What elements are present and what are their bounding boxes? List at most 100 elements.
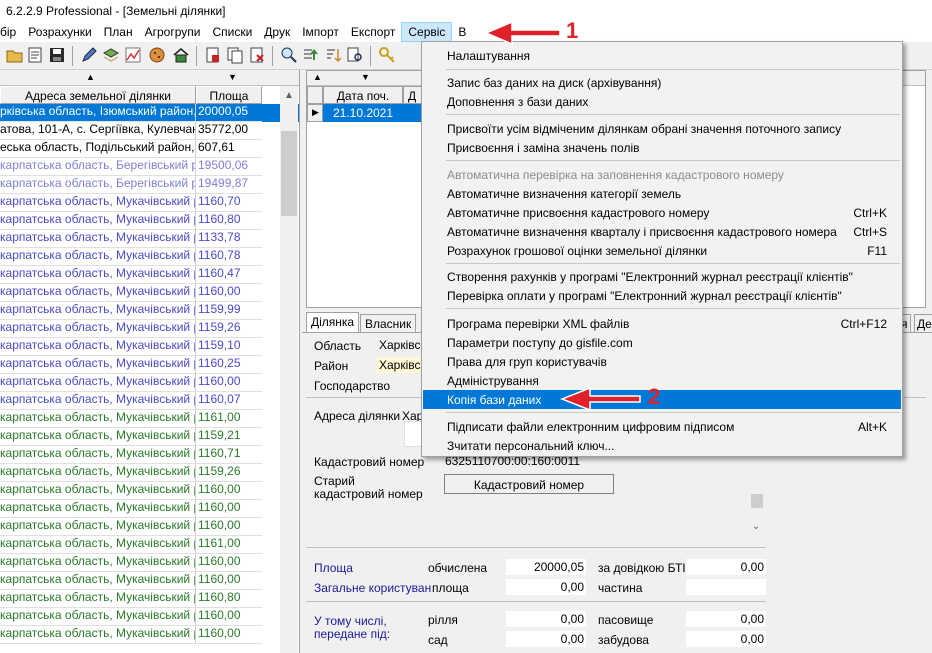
table-row[interactable]: карпатська область, Берегівський рай 1949… (0, 176, 299, 194)
document-delete-icon[interactable] (248, 46, 266, 64)
address-cell[interactable]: карпатська область, Мукачівський рай (0, 302, 196, 320)
area-cell[interactable]: 1160,25 (196, 356, 262, 374)
area-cell[interactable]: 20000,05 (196, 104, 262, 122)
area-cell[interactable]: 35772,00 (196, 122, 262, 140)
area-cell[interactable]: 19499,87 (196, 176, 262, 194)
menu-item-assign-values[interactable]: Присвоїти усім відміченим ділянкам обран… (423, 119, 901, 138)
address-cell[interactable]: карпатська область, Берегівський рай (0, 158, 196, 176)
menu-file[interactable]: бір (0, 22, 22, 42)
column-header-area[interactable]: Площа (196, 86, 262, 104)
old-cadastral-scrollbar[interactable]: ⌄ (750, 491, 764, 539)
menu-ahrohrupy[interactable]: Агрогрупи (139, 22, 207, 42)
address-cell[interactable]: карпатська область, Мукачівський рай (0, 518, 196, 536)
table-row[interactable]: карпатська область, Мукачівський рай 1160… (0, 194, 299, 212)
area-cell[interactable]: 1160,00 (196, 572, 262, 590)
area-cell[interactable]: 1160,00 (196, 608, 262, 626)
area-cell[interactable]: 1160,00 (196, 500, 262, 518)
address-cell[interactable]: карпатська область, Мукачівський рай (0, 608, 196, 626)
area-cell[interactable]: 1160,80 (196, 590, 262, 608)
zag-value[interactable]: 0,00 (506, 579, 586, 595)
address-cell[interactable]: карпатська область, Мукачівський рай (0, 266, 196, 284)
scrollbar-thumb[interactable] (281, 131, 297, 216)
table-row[interactable]: карпатська область, Мукачівський рай 1160… (0, 608, 299, 626)
menu-rozrakhunky[interactable]: Розрахунки (22, 22, 97, 42)
table-row[interactable]: карпатська область, Мукачівський рай 1160… (0, 554, 299, 572)
table-row[interactable]: карпатська область, Мукачівський рай 1160… (0, 266, 299, 284)
table-row[interactable]: карпатська область, Мукачівський рай 1160… (0, 374, 299, 392)
address-cell[interactable]: карпатська область, Мукачівський рай (0, 320, 196, 338)
address-cell[interactable]: карпатська область, Мукачівський рай (0, 572, 196, 590)
layers-icon[interactable] (102, 46, 120, 64)
address-cell[interactable]: карпатська область, Мукачівський рай (0, 446, 196, 464)
menu-item-xml-check[interactable]: Програма перевірки XML файлів Ctrl+F12 (423, 314, 901, 333)
area-cell[interactable]: 1161,00 (196, 536, 262, 554)
sort-asc-icon[interactable]: ▲ (313, 72, 322, 82)
grid-cell-d[interactable] (403, 104, 423, 122)
address-cell[interactable]: карпатська область, Мукачівський рай (0, 464, 196, 482)
table-row[interactable]: рківська область, Ізюмський район, Ба 200… (0, 104, 299, 122)
chastyna-field[interactable] (686, 579, 766, 595)
cookie-icon[interactable] (148, 46, 166, 64)
column-header-address[interactable]: Адреса земельної ділянки (0, 86, 196, 104)
menu-window[interactable]: В (452, 22, 472, 42)
table-row[interactable]: еська область, Подільський район, с. Г 60… (0, 140, 299, 158)
tab-partial-de[interactable]: Де (914, 314, 932, 332)
address-cell[interactable]: карпатська область, Берегівський рай (0, 176, 196, 194)
grid-cell-date[interactable]: 21.10.2021 (323, 104, 403, 122)
search-icon[interactable] (280, 46, 298, 64)
menu-item-read-key[interactable]: Зчитати персональний ключ... (423, 436, 901, 455)
pen-icon[interactable] (80, 46, 98, 64)
table-row[interactable]: карпатська область, Мукачівський рай 1133… (0, 230, 299, 248)
address-cell[interactable]: карпатська область, Мукачівський рай (0, 428, 196, 446)
table-row[interactable]: карпатська область, Мукачівський рай 1160… (0, 572, 299, 590)
menu-item-administration[interactable]: Адміністрування (423, 371, 901, 390)
address-cell[interactable]: карпатська область, Мукачівський рай (0, 212, 196, 230)
document-red-icon[interactable] (204, 46, 222, 64)
menu-item-gisfile-params[interactable]: Параметри поступу до gisfile.com (423, 333, 901, 352)
copy-document-icon[interactable] (226, 46, 244, 64)
menu-import[interactable]: Імпорт (296, 22, 345, 42)
address-cell[interactable]: карпатська область, Мукачівський рай (0, 536, 196, 554)
menu-item-group-rights[interactable]: Права для груп користувачів (423, 352, 901, 371)
column-header-d[interactable]: Д (403, 86, 423, 104)
area-cell[interactable]: 1159,10 (196, 338, 262, 356)
menu-item-settings[interactable]: Налаштування (423, 46, 901, 65)
menu-druk[interactable]: Друк (258, 22, 296, 42)
table-row[interactable]: карпатська область, Мукачівський рай 1160… (0, 482, 299, 500)
table-row[interactable]: карпатська область, Мукачівський рай 1161… (0, 410, 299, 428)
document-search-icon[interactable] (346, 46, 364, 64)
table-row[interactable]: карпатська область, Мукачівський рай 1160… (0, 356, 299, 374)
area-cell[interactable]: 1160,71 (196, 446, 262, 464)
sad-value[interactable]: 0,00 (506, 631, 586, 647)
table-row[interactable]: карпатська область, Мукачівський рай 1160… (0, 284, 299, 302)
address-cell[interactable]: еська область, Подільський район, с. Г (0, 140, 196, 158)
scrollbar-thumb[interactable] (751, 494, 763, 508)
address-cell[interactable]: карпатська область, Мукачівський рай (0, 338, 196, 356)
key-icon[interactable] (378, 46, 396, 64)
address-cell[interactable]: карпатська область, Мукачівський рай (0, 248, 196, 266)
address-cell[interactable]: карпатська область, Мукачівський рай (0, 356, 196, 374)
pasovyshche-value[interactable]: 0,00 (686, 611, 766, 627)
scroll-down-icon[interactable]: ⌄ (752, 521, 760, 532)
address-cell[interactable]: карпатська область, Мукачівський рай (0, 626, 196, 644)
address-cell[interactable]: карпатська область, Мукачівський рай (0, 590, 196, 608)
tab-vlasnyk[interactable]: Власник (360, 314, 417, 332)
menu-item-valuation[interactable]: Розрахунок грошової оцінки земельної діл… (423, 241, 901, 260)
menu-item-auto-category[interactable]: Автоматичне визначення категорії земель (423, 184, 901, 203)
table-row[interactable]: карпатська область, Мукачівський рай 1159… (0, 320, 299, 338)
bti-value[interactable]: 0,00 (686, 559, 766, 575)
chart-icon[interactable] (124, 46, 142, 64)
menu-item-database-copy[interactable]: Копія бази даних (423, 390, 901, 409)
column-header-start-date[interactable]: Дата поч. (323, 86, 403, 104)
area-cell[interactable]: 1160,00 (196, 482, 262, 500)
area-cell[interactable]: 1160,70 (196, 194, 262, 212)
menu-item-archive[interactable]: Запис баз даних на диск (архівування) (423, 73, 901, 92)
menu-plan[interactable]: План (98, 22, 139, 42)
open-folder-icon[interactable] (6, 46, 24, 64)
address-cell[interactable]: карпатська область, Мукачівський рай (0, 374, 196, 392)
address-cell[interactable]: карпатська область, Мукачівський рай (0, 554, 196, 572)
area-cell[interactable]: 1160,00 (196, 374, 262, 392)
address-cell[interactable]: карпатська область, Мукачівський рай (0, 194, 196, 212)
sort-asc-icon[interactable]: ▲ (86, 72, 95, 82)
vertical-scrollbar[interactable]: ▲ (280, 86, 298, 653)
